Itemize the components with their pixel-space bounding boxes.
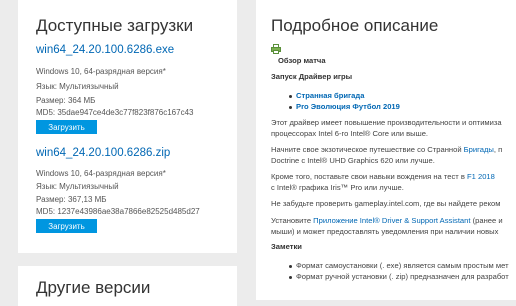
download-exe-button[interactable]: Загрузить — [36, 120, 97, 134]
description-paragraph-2-line-2: Doctrine с Intel® UHD Graphics 620 или л… — [271, 156, 435, 165]
download-size: Размер: 367,13 МБ — [36, 195, 107, 204]
download-language: Язык: Мультиязычный — [36, 82, 119, 91]
description-paragraph-3-line-2: с Intel® графика Iris™ Pro или лучше. — [271, 183, 404, 192]
download-md5: MD5: 1237e43986ae38a7866e82525d485d27 — [36, 207, 200, 216]
detailed-description-panel: Подробное описание Обзор матча Запуск Др… — [256, 0, 516, 300]
game-link-pes-2019[interactable]: Pro Эволюция Футбол 2019 — [296, 101, 400, 112]
f1-2018-inline-link[interactable]: F1 2018 — [467, 172, 495, 181]
description-paragraph-3-line-1: Кроме того, поставьте свои навыки вожден… — [271, 172, 495, 181]
overview-heading: Обзор матча — [278, 56, 326, 65]
download-md5: MD5: 35dae947ce4de3c77f823f876c167c43 — [36, 108, 194, 117]
download-zip-button[interactable]: Загрузить — [36, 219, 97, 233]
strange-brigade-inline-link[interactable]: Бригады — [464, 145, 494, 154]
game-link-strange-brigade[interactable]: Странная бригада — [296, 90, 364, 101]
bullet-icon — [289, 106, 292, 109]
download-size: Размер: 364 МБ — [36, 96, 96, 105]
description-paragraph-5-line-2: мыши) и может предоставлять уведомления … — [271, 227, 499, 236]
print-icon[interactable] — [271, 41, 281, 54]
description-paragraph-4: Не забудьте проверить gameplay.intel.com… — [271, 199, 501, 208]
available-downloads-title: Доступные загрузки — [36, 16, 194, 35]
download-filename-zip-link[interactable]: win64_24.20.100.6286.zip — [36, 147, 170, 159]
notes-heading: Заметки — [271, 242, 302, 251]
note-item-1: Формат самоустановки (. exe) является са… — [296, 261, 509, 270]
download-language: Язык: Мультиязычный — [36, 182, 119, 191]
launch-heading: Запуск Драйвер игры — [271, 72, 353, 81]
detailed-description-title: Подробное описание — [271, 16, 439, 35]
bullet-icon — [289, 265, 292, 268]
description-paragraph-2-line-1: Начните свое экзотическое путешествие со… — [271, 145, 503, 154]
download-filename-exe-link[interactable]: win64_24.20.100.6286.exe — [36, 44, 174, 56]
available-downloads-panel: Доступные загрузки win64_24.20.100.6286.… — [18, 0, 237, 253]
description-paragraph-5-line-1: Установите Приложение Intel® Driver & Su… — [271, 216, 503, 225]
description-paragraph-1-line-2: процессорах Intel 6-го Intel® Core или в… — [271, 129, 429, 138]
download-os: Windows 10, 64-разрядная версия* — [36, 169, 166, 178]
bullet-icon — [289, 276, 292, 279]
description-paragraph-1-line-1: Этот драйвер имеет повышение производите… — [271, 118, 502, 127]
driver-support-assistant-link[interactable]: Приложение Intel® Driver & Support Assis… — [313, 216, 470, 225]
bullet-icon — [289, 95, 292, 98]
note-item-2: Формат ручной установки (. zip) предназн… — [296, 272, 509, 281]
other-versions-panel: Другие версии — [18, 266, 237, 306]
other-versions-title: Другие версии — [36, 278, 151, 297]
download-os: Windows 10, 64-разрядная версия* — [36, 67, 166, 76]
